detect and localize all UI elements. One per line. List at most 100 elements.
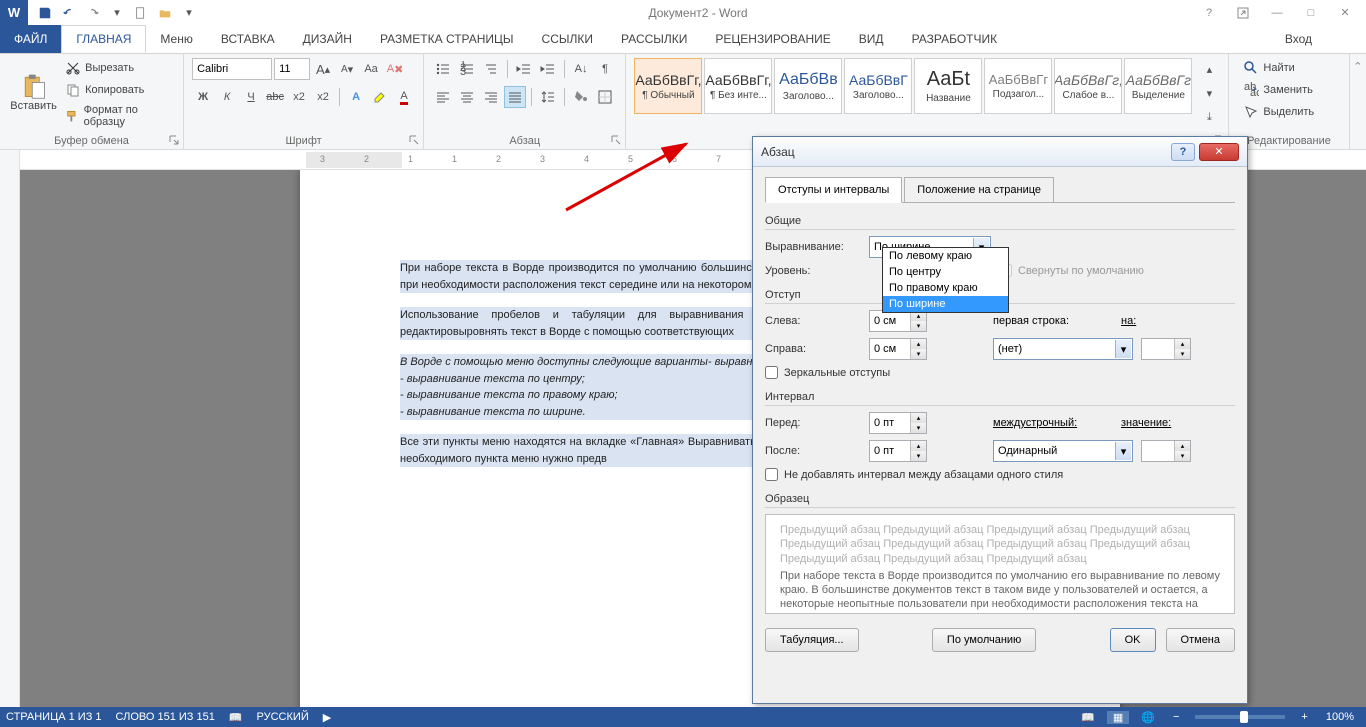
zoom-slider[interactable]: [1195, 715, 1285, 719]
clipboard-launcher[interactable]: [167, 133, 181, 147]
select-button[interactable]: Выделить: [1241, 102, 1316, 122]
first-line-value-spinner[interactable]: ▴▾: [1141, 338, 1191, 360]
dialog-tab-indents[interactable]: Отступы и интервалы: [765, 177, 902, 203]
cancel-button[interactable]: Отмена: [1166, 628, 1235, 652]
sort-icon[interactable]: A↓: [570, 58, 592, 80]
tab-mailings[interactable]: РАССЫЛКИ: [607, 25, 701, 53]
status-page[interactable]: СТРАНИЦА 1 ИЗ 1: [6, 711, 102, 723]
align-option-justify[interactable]: По ширине: [883, 296, 1008, 312]
font-color-icon[interactable]: A: [393, 86, 415, 108]
zoom-level[interactable]: 100%: [1320, 711, 1360, 723]
tab-layout[interactable]: РАЗМЕТКА СТРАНИЦЫ: [366, 25, 528, 53]
increase-indent-icon[interactable]: [537, 58, 559, 80]
tab-home[interactable]: ГЛАВНАЯ: [61, 25, 146, 53]
align-center-icon[interactable]: [456, 86, 478, 108]
justify-icon[interactable]: [504, 86, 526, 108]
status-lang[interactable]: РУССКИЙ: [257, 711, 309, 723]
style-title[interactable]: АаБtНазвание: [914, 58, 982, 114]
indent-left-spinner[interactable]: 0 см▴▾: [869, 310, 927, 332]
multilevel-icon[interactable]: [480, 58, 502, 80]
no-space-check[interactable]: [765, 468, 778, 481]
align-left-icon[interactable]: [432, 86, 454, 108]
style-subtle-emph[interactable]: АаБбВвГг,Слабое в...: [1054, 58, 1122, 114]
qat-newdoc[interactable]: ▾: [106, 2, 128, 24]
line-spacing-select[interactable]: Одинарный▾: [993, 440, 1133, 462]
qat-redo[interactable]: [82, 2, 104, 24]
tab-review[interactable]: РЕЦЕНЗИРОВАНИЕ: [701, 25, 844, 53]
tab-references[interactable]: ССЫЛКИ: [528, 25, 607, 53]
first-line-select[interactable]: (нет)▾: [993, 338, 1133, 360]
style-heading1[interactable]: АаБбВвЗаголово...: [774, 58, 842, 114]
copy-button[interactable]: Копировать: [63, 80, 175, 100]
decrease-indent-icon[interactable]: [513, 58, 535, 80]
styles-up-icon[interactable]: ▴: [1198, 58, 1220, 80]
ruler-vertical[interactable]: [0, 170, 20, 707]
status-macro-icon[interactable]: ▶: [323, 711, 331, 724]
view-read-icon[interactable]: 📖: [1075, 711, 1101, 724]
after-spinner[interactable]: 0 пт▴▾: [869, 440, 927, 462]
qat-new[interactable]: [130, 2, 152, 24]
collapse-ribbon-icon[interactable]: ⌃: [1353, 60, 1362, 73]
ok-button[interactable]: OK: [1110, 628, 1156, 652]
view-web-icon[interactable]: 🌐: [1135, 711, 1161, 724]
zoom-out-icon[interactable]: −: [1167, 711, 1185, 723]
shading-icon[interactable]: [570, 86, 592, 108]
grow-font-icon[interactable]: A▴: [312, 58, 334, 80]
dialog-close-icon[interactable]: ✕: [1199, 143, 1239, 161]
numbering-icon[interactable]: 123: [456, 58, 478, 80]
show-marks-icon[interactable]: ¶: [594, 58, 616, 80]
qat-open[interactable]: [154, 2, 176, 24]
default-button[interactable]: По умолчанию: [932, 628, 1036, 652]
before-spinner[interactable]: 0 пт▴▾: [869, 412, 927, 434]
shrink-font-icon[interactable]: A▾: [336, 58, 358, 80]
bullets-icon[interactable]: [432, 58, 454, 80]
highlight-icon[interactable]: [369, 86, 391, 108]
qat-undo[interactable]: [58, 2, 80, 24]
ribbon-options-icon[interactable]: ?: [1196, 2, 1222, 24]
maximize-icon[interactable]: □: [1298, 2, 1324, 24]
alignment-dropdown[interactable]: По левому краю По центру По правому краю…: [882, 247, 1009, 313]
find-button[interactable]: Найти: [1241, 58, 1316, 78]
underline-icon[interactable]: Ч: [240, 86, 262, 108]
mirror-indent-check[interactable]: [765, 366, 778, 379]
qat-more[interactable]: ▾: [178, 2, 200, 24]
tabstops-button[interactable]: Табуляция...: [765, 628, 859, 652]
style-emphasis[interactable]: АаБбВвГгВыделение: [1124, 58, 1192, 114]
indent-right-spinner[interactable]: 0 см▴▾: [869, 338, 927, 360]
minimize-icon[interactable]: —: [1264, 2, 1290, 24]
paragraph-launcher[interactable]: [609, 133, 623, 147]
bold-icon[interactable]: Ж: [192, 86, 214, 108]
italic-icon[interactable]: К: [216, 86, 238, 108]
qat-save[interactable]: [34, 2, 56, 24]
strike-icon[interactable]: abc: [264, 86, 286, 108]
align-option-center[interactable]: По центру: [883, 264, 1008, 280]
tab-file[interactable]: ФАЙЛ: [0, 25, 61, 53]
tab-developer[interactable]: РАЗРАБОТЧИК: [898, 25, 1012, 53]
style-no-spacing[interactable]: АаБбВвГг,¶ Без инте...: [704, 58, 772, 114]
style-heading2[interactable]: АаБбВвГЗаголово...: [844, 58, 912, 114]
align-option-right[interactable]: По правому краю: [883, 280, 1008, 296]
styles-down-icon[interactable]: ▾: [1198, 82, 1220, 104]
cut-button[interactable]: Вырезать: [63, 58, 175, 78]
dialog-help-icon[interactable]: ?: [1171, 143, 1195, 161]
superscript-icon[interactable]: x2: [312, 86, 334, 108]
login-button[interactable]: Вход: [1271, 25, 1326, 53]
view-print-icon[interactable]: ▦: [1107, 711, 1129, 724]
status-proofing-icon[interactable]: 📖: [229, 711, 243, 724]
tab-menu[interactable]: Меню: [146, 25, 206, 53]
font-launcher[interactable]: [407, 133, 421, 147]
text-effects-icon[interactable]: A: [345, 86, 367, 108]
tab-view[interactable]: ВИД: [845, 25, 898, 53]
font-name-combo[interactable]: Calibri: [192, 58, 272, 80]
align-option-left[interactable]: По левому краю: [883, 248, 1008, 264]
style-normal[interactable]: АаБбВвГг,¶ Обычный: [634, 58, 702, 114]
close-icon[interactable]: ✕: [1332, 2, 1358, 24]
change-case-icon[interactable]: Aa: [360, 58, 382, 80]
ribbon-min-icon[interactable]: [1230, 2, 1256, 24]
replace-button[interactable]: abacЗаменить: [1241, 80, 1316, 100]
clear-format-icon[interactable]: A✖: [384, 58, 406, 80]
font-size-combo[interactable]: 11: [274, 58, 310, 80]
subscript-icon[interactable]: x2: [288, 86, 310, 108]
style-subtitle[interactable]: АаБбВвГгПодзагол...: [984, 58, 1052, 114]
dialog-tab-position[interactable]: Положение на странице: [904, 177, 1054, 203]
